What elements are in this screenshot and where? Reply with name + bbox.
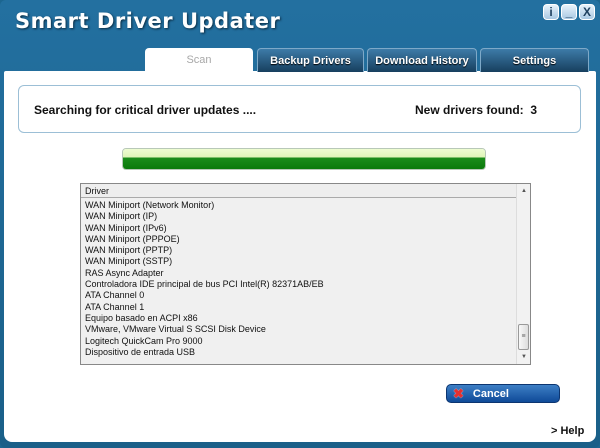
driver-row[interactable]: WAN Miniport (SSTP) xyxy=(85,256,324,267)
cancel-x-icon: ✖ xyxy=(453,385,464,401)
scroll-up-icon[interactable]: ▲ xyxy=(517,184,531,198)
driver-row[interactable]: Dispositivo de entrada USB xyxy=(85,347,324,358)
tab-settings[interactable]: Settings xyxy=(480,48,589,72)
driver-row[interactable]: WAN Miniport (PPPOE) xyxy=(85,234,324,245)
found-count: 3 xyxy=(530,103,538,117)
scroll-down-icon[interactable]: ▼ xyxy=(517,350,531,364)
driver-row[interactable]: WAN Miniport (IPv6) xyxy=(85,223,324,234)
status-box: Searching for critical driver updates ..… xyxy=(18,85,581,133)
driver-list[interactable]: Driver WAN Miniport (Network Monitor) WAN… xyxy=(80,183,531,365)
window-controls: i _ X xyxy=(543,4,595,20)
scroll-thumb[interactable]: ≡ xyxy=(518,324,529,350)
new-drivers-found: New drivers found: 3 xyxy=(415,103,537,117)
app-title: Smart Driver Updater xyxy=(15,9,281,33)
driver-row[interactable]: Equipo basado en ACPI x86 xyxy=(85,313,324,324)
cancel-label: Cancel xyxy=(472,387,509,400)
tab-backup-drivers[interactable]: Backup Drivers xyxy=(257,48,364,72)
progress-fill xyxy=(123,149,485,169)
driver-row[interactable]: ATA Channel 1 xyxy=(85,302,324,313)
driver-row[interactable]: ATA Channel 0 xyxy=(85,290,324,301)
scrollbar[interactable]: ▲ ≡ ▼ xyxy=(516,184,530,364)
driver-row[interactable]: VMware, VMware Virtual S SCSI Disk Devic… xyxy=(85,324,324,335)
driver-row[interactable]: Controladora IDE principal de bus PCI In… xyxy=(85,279,324,290)
tab-scan[interactable]: Scan xyxy=(145,48,253,72)
column-header-driver[interactable]: Driver xyxy=(81,184,517,198)
driver-row[interactable]: WAN Miniport (Network Monitor) xyxy=(85,200,324,211)
found-label: New drivers found: xyxy=(415,103,524,117)
tab-download-history[interactable]: Download History xyxy=(367,48,477,72)
help-link[interactable]: > Help xyxy=(551,425,584,437)
status-message: Searching for critical driver updates ..… xyxy=(34,103,257,117)
driver-row[interactable]: WAN Miniport (PPTP) xyxy=(85,245,324,256)
cancel-button[interactable]: ✖ Cancel xyxy=(446,384,560,403)
minimize-icon[interactable]: _ xyxy=(561,4,577,20)
driver-row[interactable]: Logitech QuickCam Pro 9000 xyxy=(85,336,324,347)
driver-row[interactable]: RAS Async Adapter xyxy=(85,268,324,279)
info-icon[interactable]: i xyxy=(543,4,559,20)
close-icon[interactable]: X xyxy=(579,4,595,20)
driver-row[interactable]: WAN Miniport (IP) xyxy=(85,211,324,222)
scan-progress-bar xyxy=(122,148,486,170)
